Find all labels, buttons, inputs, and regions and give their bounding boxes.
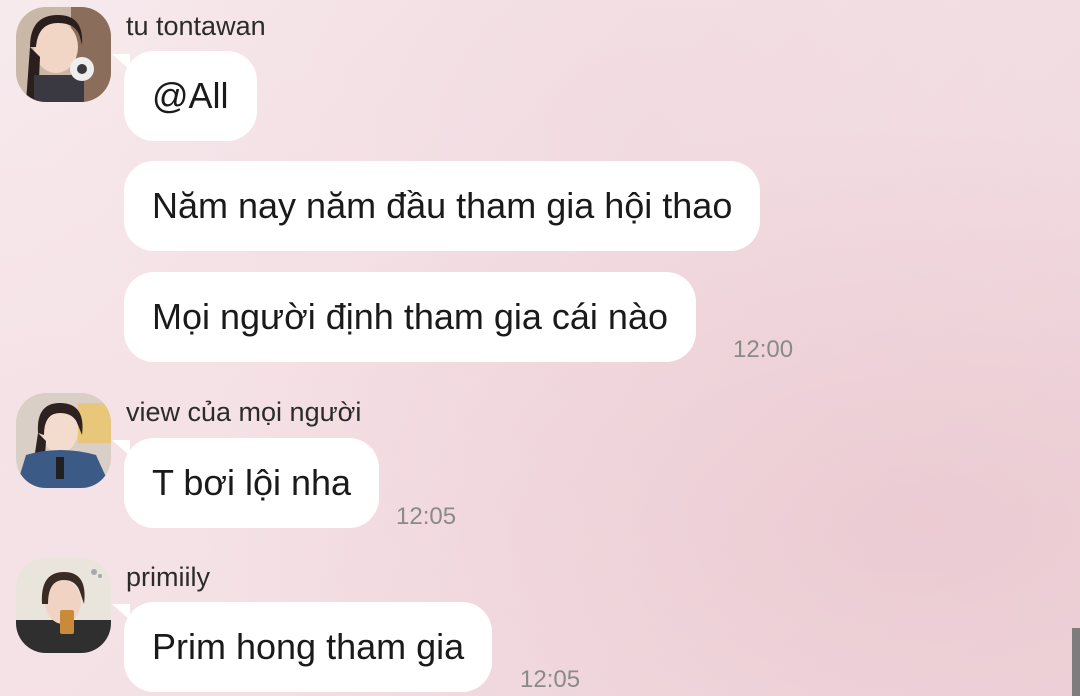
message-bubble[interactable]: Năm nay năm đầu tham gia hội thao [124,161,761,251]
message-text: @All [152,75,229,116]
sender-name: tu tontawan [126,11,266,41]
message-timestamp: 12:00 [733,336,794,363]
message-text: T bơi lội nha [152,462,352,503]
message-bubble[interactable]: Prim hong tham gia [124,602,493,692]
message-timestamp: 12:05 [520,666,581,693]
sender-name: primiily [126,562,210,592]
message-timestamp: 12:05 [396,503,457,530]
avatar-photo-icon [16,393,111,488]
avatar-tu-tontawan[interactable] [16,7,111,102]
message-text: Năm nay năm đầu tham gia hội thao [152,185,733,226]
avatar-photo-icon [16,558,111,653]
scrollbar-thumb[interactable] [1072,628,1080,696]
message-bubble[interactable]: T bơi lội nha [124,438,380,528]
message-bubble[interactable]: Mọi người định tham gia cái nào [124,272,696,362]
avatar-photo-icon [16,7,111,102]
message-text: Mọi người định tham gia cái nào [152,296,668,337]
avatar-primiily[interactable] [16,558,111,653]
avatar-view-cua-moi-nguoi[interactable] [16,393,111,488]
message-bubble[interactable]: @All [124,51,257,141]
sender-name: view của mọi người [126,397,362,427]
message-text: Prim hong tham gia [152,626,465,667]
